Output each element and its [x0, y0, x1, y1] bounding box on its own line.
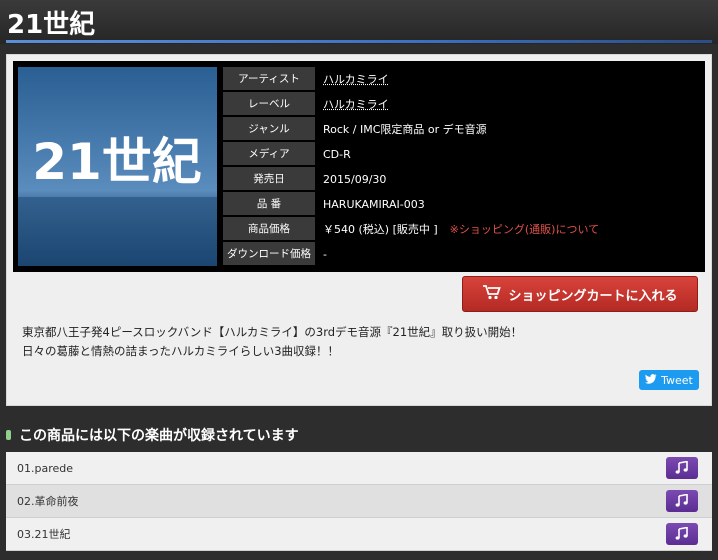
heading-marker-icon: [6, 430, 11, 440]
spec-label: レーベル: [223, 92, 315, 116]
artist-link[interactable]: ハルカミライ: [323, 67, 389, 91]
title-underline: [6, 40, 712, 43]
add-to-cart-label: ショッピングカートに入れる: [508, 288, 678, 304]
page-header: 21世紀: [0, 0, 718, 44]
catalog-number-value: HARUKAMIRAI-003: [323, 197, 425, 211]
description-line: 日々の葛藤と情熱の詰まったハルカミライらしい3曲収録！！: [22, 344, 340, 358]
release-date-value: 2015/09/30: [323, 172, 387, 186]
play-track-button[interactable]: [666, 523, 698, 545]
spec-row-media: メディア CD-R: [223, 142, 701, 167]
track-row: 03.21世紀: [6, 518, 712, 551]
track-list: 01.parede 02.革命前夜 03.21世紀: [6, 452, 712, 551]
spec-row-release-date: 発売日 2015/09/30: [223, 167, 701, 192]
music-note-icon: [675, 527, 688, 540]
price-text: ￥540 (税込) [販売中 ]: [323, 223, 438, 236]
track-name: 01.parede: [17, 461, 74, 475]
cart-icon: [482, 284, 502, 304]
tweet-label: Tweet: [661, 373, 693, 387]
product-info-box: 21世紀 アーティスト ハルカミライ レーベル ハルカミライ ジャンル Rock…: [13, 61, 705, 272]
spec-label: 発売日: [223, 167, 315, 191]
spec-row-download-price: ダウンロード価格 -: [223, 242, 701, 267]
play-track-button[interactable]: [666, 457, 698, 479]
add-to-cart-button[interactable]: ショッピングカートに入れる: [462, 276, 698, 312]
spec-label: ダウンロード価格: [223, 242, 315, 266]
play-track-button[interactable]: [666, 490, 698, 512]
spec-table: アーティスト ハルカミライ レーベル ハルカミライ ジャンル Rock / IM…: [223, 67, 701, 267]
description-line: 東京都八王子発4ピースロックバンド【ハルカミライ】の3rdデモ音源『21世紀』取…: [22, 325, 523, 339]
music-note-icon: [675, 461, 688, 474]
track-row: 01.parede: [6, 452, 712, 485]
price-value: ￥540 (税込) [販売中 ] ※ショッピング(通販)について: [323, 217, 599, 241]
download-price-value: -: [323, 247, 327, 261]
spec-label: アーティスト: [223, 67, 315, 91]
track-list-heading-text: この商品には以下の楽曲が収録されています: [19, 428, 299, 444]
spec-row-catalog: 品 番 HARUKAMIRAI-003: [223, 192, 701, 217]
page-title: 21世紀: [7, 10, 96, 40]
spec-label: メディア: [223, 142, 315, 166]
spec-row-price: 商品価格 ￥540 (税込) [販売中 ] ※ショッピング(通販)について: [223, 217, 701, 242]
genre-value: Rock / IMC限定商品 or デモ音源: [323, 123, 487, 136]
jacket-title-text: 21世紀: [32, 133, 202, 191]
track-name: 02.革命前夜: [17, 495, 79, 508]
product-panel: 21世紀 アーティスト ハルカミライ レーベル ハルカミライ ジャンル Rock…: [6, 54, 712, 406]
track-name: 03.21世紀: [17, 528, 71, 541]
twitter-bird-icon: [645, 373, 657, 387]
spec-label: 商品価格: [223, 217, 315, 241]
media-value: CD-R: [323, 147, 351, 161]
spec-label: ジャンル: [223, 117, 315, 141]
track-row: 02.革命前夜: [6, 485, 712, 518]
track-list-heading: この商品には以下の楽曲が収録されています: [6, 425, 299, 445]
tweet-button[interactable]: Tweet: [639, 370, 699, 390]
spec-row-label: レーベル ハルカミライ: [223, 92, 701, 117]
album-jacket-image[interactable]: 21世紀: [18, 67, 217, 266]
music-note-icon: [675, 494, 688, 507]
label-link[interactable]: ハルカミライ: [323, 92, 389, 116]
spec-label: 品 番: [223, 192, 315, 216]
product-description: 東京都八王子発4ピースロックバンド【ハルカミライ】の3rdデモ音源『21世紀』取…: [22, 323, 522, 361]
shopping-info-link[interactable]: ※ショッピング(通販)について: [450, 221, 599, 237]
spec-row-genre: ジャンル Rock / IMC限定商品 or デモ音源: [223, 117, 701, 142]
spec-row-artist: アーティスト ハルカミライ: [223, 67, 701, 92]
